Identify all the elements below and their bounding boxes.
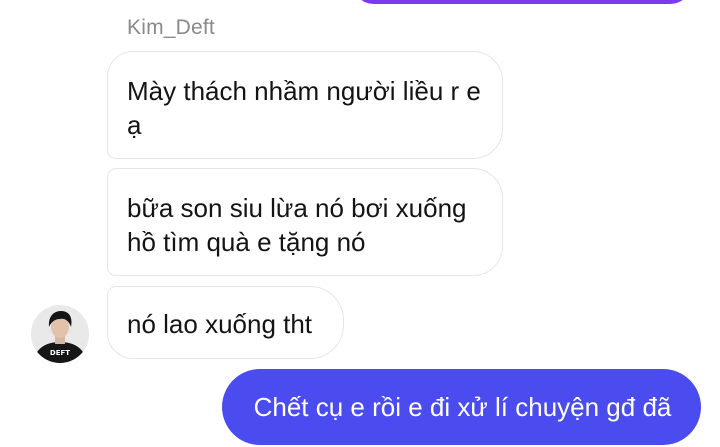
incoming-message-bubble[interactable]: Mày thách nhầm người liều r e ạ [107,51,503,159]
message-text: Chết cụ e rồi e đi xử lí chuyện gđ đã [253,392,672,422]
avatar[interactable]: DEFT [31,305,89,363]
incoming-message-bubble[interactable]: bữa son siu lừa nó bơi xuống hồ tìm quà … [107,168,503,276]
sender-name: Kim_Deft [127,16,215,39]
avatar-image: DEFT [31,305,89,363]
message-text: nó lao xuống tht [127,309,313,339]
message-text: Mày thách nhầm người liều r e ạ [127,76,481,140]
previous-outgoing-message-bubble[interactable] [352,0,692,4]
incoming-message-bubble[interactable]: nó lao xuống tht [107,286,344,359]
outgoing-message-bubble[interactable]: Chết cụ e rồi e đi xử lí chuyện gđ đã [222,369,701,445]
message-text: bữa son siu lừa nó bơi xuống hồ tìm quà … [127,193,467,257]
svg-text:DEFT: DEFT [50,349,70,357]
